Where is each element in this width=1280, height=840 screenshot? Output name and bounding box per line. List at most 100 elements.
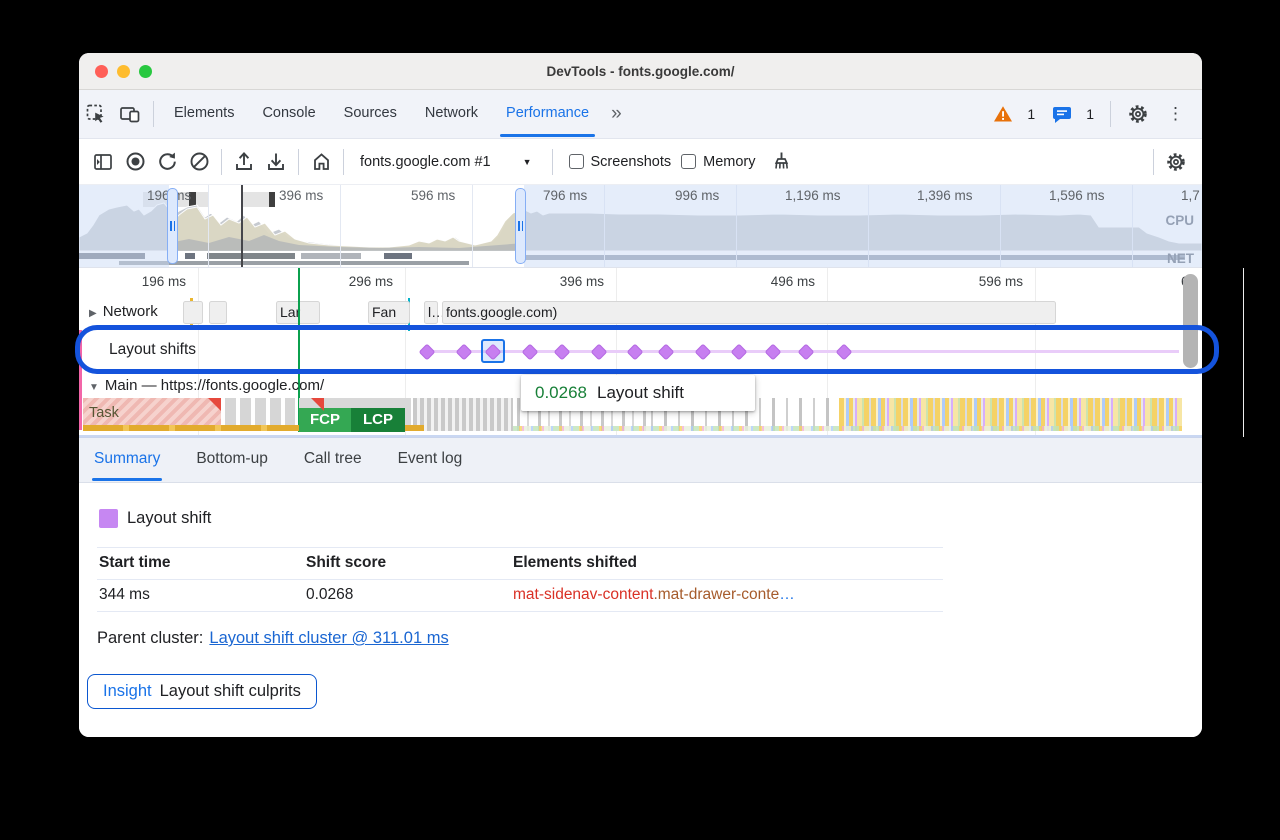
- layout-shift-swatch: [99, 509, 118, 528]
- clear-icon[interactable]: [183, 146, 215, 178]
- tab-network[interactable]: Network: [411, 90, 492, 139]
- network-request-bar[interactable]: Fan: [368, 301, 410, 324]
- toggle-sidebar-icon[interactable]: [87, 146, 119, 178]
- summary-pane: Layout shift Start time Shift score Elem…: [79, 483, 1202, 737]
- separator: [221, 149, 222, 175]
- devtools-window: DevTools - fonts.google.com/ Elements Co…: [79, 53, 1202, 737]
- memory-label[interactable]: Memory: [703, 154, 755, 170]
- timeline-overview[interactable]: 196 ms396 ms596 ms796 ms996 ms1,196 ms1,…: [79, 185, 1202, 268]
- separator: [298, 149, 299, 175]
- highlight-annotation-ring: [75, 325, 1219, 374]
- selection-handle-right[interactable]: [515, 188, 526, 264]
- col-shift-score: Shift score: [306, 554, 386, 572]
- network-request-bar[interactable]: l…: [424, 301, 438, 324]
- overview-time-label: 1,596 ms: [1049, 188, 1105, 203]
- separator: [1153, 149, 1154, 175]
- insight-button-text: Layout shift culprits: [160, 682, 301, 701]
- record-icon[interactable]: [119, 146, 151, 178]
- network-request-bar[interactable]: [183, 301, 203, 324]
- network-request-bar[interactable]: [209, 301, 227, 324]
- overview-gridline: [208, 185, 209, 268]
- overview-time-label: 796 ms: [543, 188, 587, 203]
- separator: [552, 149, 553, 175]
- ruler-time-label: 196 ms: [66, 274, 186, 289]
- tab-elements[interactable]: Elements: [160, 90, 248, 139]
- capture-settings-gear-icon[interactable]: [1160, 146, 1192, 178]
- memory-checkbox[interactable]: [681, 154, 696, 169]
- separator: [153, 101, 154, 127]
- col-elements-shifted: Elements shifted: [513, 554, 637, 572]
- tooltip-score: 0.0268: [535, 383, 587, 403]
- cpu-lane-label: CPU: [1165, 213, 1194, 228]
- long-task-warning-triangle: [208, 398, 221, 411]
- message-count: 1: [1086, 106, 1094, 122]
- expand-arrow-icon[interactable]: ▶: [89, 308, 97, 319]
- download-profile-icon[interactable]: [260, 146, 292, 178]
- screenshots-checkbox[interactable]: [569, 154, 584, 169]
- insight-badge-label: Insight: [103, 682, 152, 701]
- kebab-menu-icon[interactable]: ⋮: [1159, 104, 1192, 124]
- history-selected-profile[interactable]: fonts.google.com #1: [360, 154, 491, 170]
- overview-time-label: 996 ms: [675, 188, 719, 203]
- collapse-arrow-icon[interactable]: ▼: [89, 382, 99, 393]
- tab-performance[interactable]: Performance: [492, 90, 603, 139]
- tab-sources[interactable]: Sources: [330, 90, 411, 139]
- overview-playhead: [241, 185, 243, 268]
- garbage-collect-icon[interactable]: [766, 146, 798, 178]
- overview-gridline: [472, 185, 473, 268]
- lcp-badge[interactable]: LCP: [351, 408, 405, 432]
- separator: [1110, 101, 1111, 127]
- chevron-down-icon[interactable]: ▼: [523, 157, 532, 167]
- selection-handle-left[interactable]: [167, 188, 178, 264]
- warning-icon[interactable]: [986, 98, 1020, 130]
- parent-cluster-link[interactable]: Layout shift cluster @ 311.01 ms: [209, 629, 448, 647]
- overview-time-label: 1,7: [1181, 188, 1200, 203]
- cell-element-link[interactable]: mat-sidenav-content.mat-drawer-conte…: [513, 586, 795, 604]
- reload-record-icon[interactable]: [151, 146, 183, 178]
- divider: [97, 611, 943, 612]
- screenshot-stage: DevTools - fonts.google.com/ Elements Co…: [0, 0, 1280, 840]
- ruler-time-label: 596 ms: [903, 274, 1023, 289]
- network-request-bar[interactable]: fonts.google.com): [442, 301, 1056, 324]
- long-task-warning-triangle: [311, 398, 324, 411]
- devtools-tabbar: Elements Console Sources Network Perform…: [79, 90, 1202, 139]
- parent-cluster-row: Parent cluster: Layout shift cluster @ 31…: [97, 629, 449, 648]
- warning-count: 1: [1027, 106, 1035, 122]
- layout-shift-legend: Layout shift: [99, 509, 211, 528]
- overview-time-label: 1,196 ms: [785, 188, 841, 203]
- tab-summary[interactable]: Summary: [94, 437, 160, 483]
- overview-time-label: 396 ms: [279, 188, 323, 203]
- insight-button[interactable]: Insight Layout shift culprits: [87, 674, 317, 709]
- overview-time-label: 596 ms: [411, 188, 455, 203]
- net-lane-label: NET: [1167, 251, 1194, 266]
- col-start-time: Start time: [99, 554, 171, 572]
- tab-event-log[interactable]: Event log: [398, 437, 463, 483]
- layout-shift-tooltip: 0.0268 Layout shift: [521, 375, 755, 411]
- separator: [343, 149, 344, 175]
- cell-shift-score: 0.0268: [306, 586, 353, 604]
- inspect-element-icon[interactable]: [79, 98, 113, 130]
- screenshots-label[interactable]: Screenshots: [591, 154, 672, 170]
- upload-profile-icon[interactable]: [228, 146, 260, 178]
- tab-call-tree[interactable]: Call tree: [304, 437, 362, 483]
- parent-cluster-label: Parent cluster:: [97, 629, 203, 647]
- cell-start-time: 344 ms: [99, 586, 150, 604]
- fcp-badge[interactable]: FCP: [299, 408, 351, 432]
- issues-message-icon[interactable]: [1045, 98, 1079, 130]
- tab-bottom-up[interactable]: Bottom-up: [196, 437, 268, 483]
- device-toolbar-icon[interactable]: [113, 98, 147, 130]
- more-tabs-icon[interactable]: »: [603, 103, 630, 125]
- main-track-label[interactable]: ▼Main — https://fonts.google.com/: [89, 377, 324, 394]
- element-tag: mat-sidenav-content: [513, 586, 653, 603]
- bottom-panel-tabs: Summary Bottom-up Call tree Event log: [79, 437, 1202, 483]
- activity-color-strip: [513, 426, 1182, 431]
- network-track-label[interactable]: ▶Network: [89, 303, 158, 320]
- settings-gear-icon[interactable]: [1121, 98, 1155, 130]
- timeline-tracks[interactable]: 196 ms296 ms396 ms496 ms596 ms69 ▶Networ…: [79, 268, 1202, 437]
- tooltip-label: Layout shift: [597, 383, 684, 403]
- home-icon[interactable]: [305, 146, 337, 178]
- ruler-time-label: 69: [1076, 274, 1196, 289]
- ruler-gridline: [1243, 268, 1244, 437]
- element-ellipsis: …: [779, 586, 795, 603]
- tab-console[interactable]: Console: [248, 90, 329, 139]
